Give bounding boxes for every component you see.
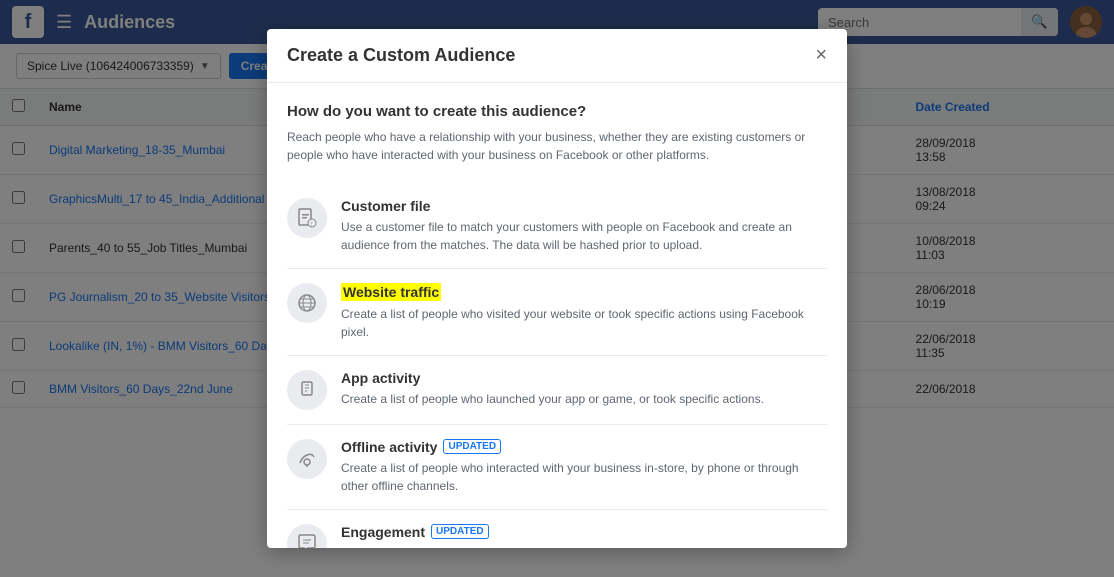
modal-close-button[interactable]: × — [815, 45, 827, 65]
engagement-text: Engagement — [341, 524, 425, 540]
app-activity-option[interactable]: App activity Create a list of people who… — [287, 356, 827, 425]
create-custom-audience-modal: Create a Custom Audience × How do you wa… — [267, 29, 847, 548]
offline-activity-icon — [287, 439, 327, 479]
app-activity-icon — [287, 370, 327, 410]
website-traffic-title: Website traffic — [341, 283, 827, 301]
offline-activity-text: Offline activity — [341, 439, 437, 455]
engagement-icon — [287, 524, 327, 548]
modal-title: Create a Custom Audience — [287, 45, 515, 66]
offline-activity-content: Offline activity UPDATED Create a list o… — [341, 439, 827, 495]
modal-overlay[interactable]: Create a Custom Audience × How do you wa… — [0, 0, 1114, 577]
website-traffic-icon — [287, 283, 327, 323]
website-traffic-option[interactable]: Website traffic Create a list of people … — [287, 269, 827, 356]
offline-activity-option[interactable]: Offline activity UPDATED Create a list o… — [287, 425, 827, 510]
engagement-updated-badge: UPDATED — [431, 524, 489, 539]
customer-file-content: Customer file Use a customer file to mat… — [341, 198, 827, 254]
website-traffic-content: Website traffic Create a list of people … — [341, 283, 827, 341]
modal-header: Create a Custom Audience × — [267, 29, 847, 83]
svg-text:↑: ↑ — [310, 221, 314, 228]
modal-subtitle: How do you want to create this audience? — [287, 103, 827, 120]
customer-file-icon: ↑ — [287, 198, 327, 238]
modal-description: Reach people who have a relationship wit… — [287, 128, 827, 164]
engagement-option[interactable]: Engagement UPDATED Create a list of peop… — [287, 510, 827, 548]
offline-activity-updated-badge: UPDATED — [443, 439, 501, 454]
engagement-title: Engagement UPDATED — [341, 524, 827, 540]
app-activity-desc: Create a list of people who launched you… — [341, 390, 827, 408]
app-activity-content: App activity Create a list of people who… — [341, 370, 827, 408]
customer-file-title: Customer file — [341, 198, 827, 214]
customer-file-option[interactable]: ↑ Customer file Use a customer file to m… — [287, 184, 827, 269]
offline-activity-title: Offline activity UPDATED — [341, 439, 827, 455]
website-traffic-highlighted-text: Website traffic — [341, 283, 441, 301]
website-traffic-desc: Create a list of people who visited your… — [341, 305, 827, 341]
engagement-desc: Create a list of people who engaged with… — [341, 544, 827, 548]
customer-file-desc: Use a customer file to match your custom… — [341, 218, 827, 254]
modal-body: How do you want to create this audience?… — [267, 83, 847, 548]
app-activity-title: App activity — [341, 370, 827, 386]
offline-activity-desc: Create a list of people who interacted w… — [341, 459, 827, 495]
engagement-content: Engagement UPDATED Create a list of peop… — [341, 524, 827, 548]
